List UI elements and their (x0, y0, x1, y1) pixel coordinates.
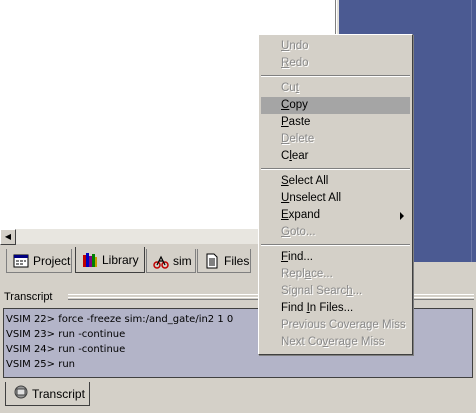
menu-item-signal-search[interactable]: Signal Search... (259, 283, 412, 300)
tab-label: Project (33, 253, 71, 268)
tab-project[interactable]: Project (6, 249, 72, 273)
menu-item-cut[interactable]: Cut (259, 80, 412, 97)
menu-item-unselect-all[interactable]: Unselect All (259, 190, 412, 207)
menu-item-expand[interactable]: Expand (259, 207, 412, 224)
menu-item-redo[interactable]: Redo (259, 55, 412, 72)
console-line: VSIM 25> run (6, 359, 76, 370)
transcript-title: Transcript (4, 291, 53, 303)
menu-item-replace[interactable]: Replace... (259, 266, 412, 283)
modelsim-window: ◀ Project Library sim Files Transcript V… (0, 0, 476, 413)
tab-transcript[interactable]: Transcript (5, 382, 90, 406)
menu-separator (261, 165, 410, 173)
tab-library[interactable]: Library (75, 247, 145, 273)
submenu-arrow-icon (400, 212, 404, 220)
menu-separator (261, 241, 410, 249)
menu-item-next-coverage-miss[interactable]: Next Coverage Miss (259, 334, 412, 351)
menu-item-clear[interactable]: Clear (259, 148, 412, 165)
sim-icon (153, 253, 169, 269)
menu-item-goto[interactable]: Goto... (259, 224, 412, 241)
tab-label: Files (224, 253, 250, 268)
tab-label: sim (173, 253, 192, 268)
tab-label: Library (102, 252, 139, 267)
menu-item-label: ndo (289, 40, 309, 52)
files-icon (204, 253, 220, 269)
transcript-icon (14, 385, 28, 402)
tab-files[interactable]: Files (197, 249, 251, 273)
bottom-tabs: Transcript (0, 380, 476, 413)
project-icon (13, 253, 29, 269)
context-menu: Undo Redo Cut Copy Paste Delete Clear Se… (258, 34, 413, 355)
menu-separator (261, 72, 410, 80)
menu-item-previous-coverage-miss[interactable]: Previous Coverage Miss (259, 317, 412, 334)
menu-item-copy[interactable]: Copy (261, 97, 410, 114)
tab-sim[interactable]: sim (146, 249, 196, 273)
menu-item-undo[interactable]: Undo (259, 38, 412, 55)
scroll-left-icon[interactable]: ◀ (0, 229, 16, 245)
menu-item-delete[interactable]: Delete (259, 131, 412, 148)
menu-item-paste[interactable]: Paste (259, 114, 412, 131)
tab-label: Transcript (32, 386, 85, 401)
library-icon (82, 252, 98, 268)
menu-item-select-all[interactable]: Select All (259, 173, 412, 190)
menu-item-find[interactable]: Find... (259, 249, 412, 266)
menu-item-find-in-files[interactable]: Find In Files... (259, 300, 412, 317)
menu-item-label: edo (289, 57, 309, 69)
